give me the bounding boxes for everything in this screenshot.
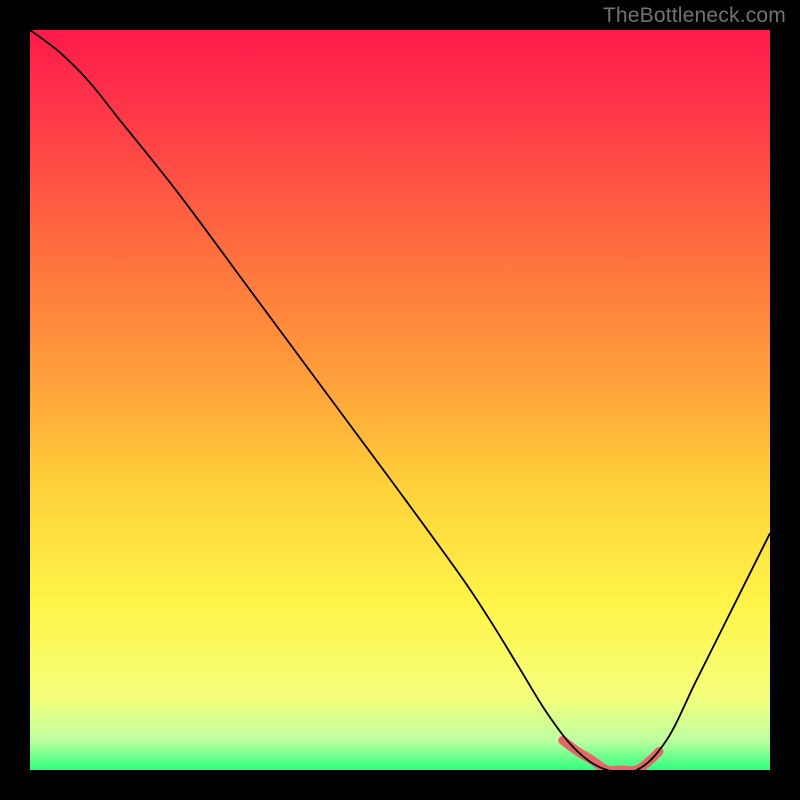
chart-svg (30, 30, 770, 770)
chart-frame: TheBottleneck.com (0, 0, 800, 800)
gradient-background (30, 30, 770, 770)
watermark-label: TheBottleneck.com (603, 4, 786, 28)
plot-area (30, 30, 770, 770)
